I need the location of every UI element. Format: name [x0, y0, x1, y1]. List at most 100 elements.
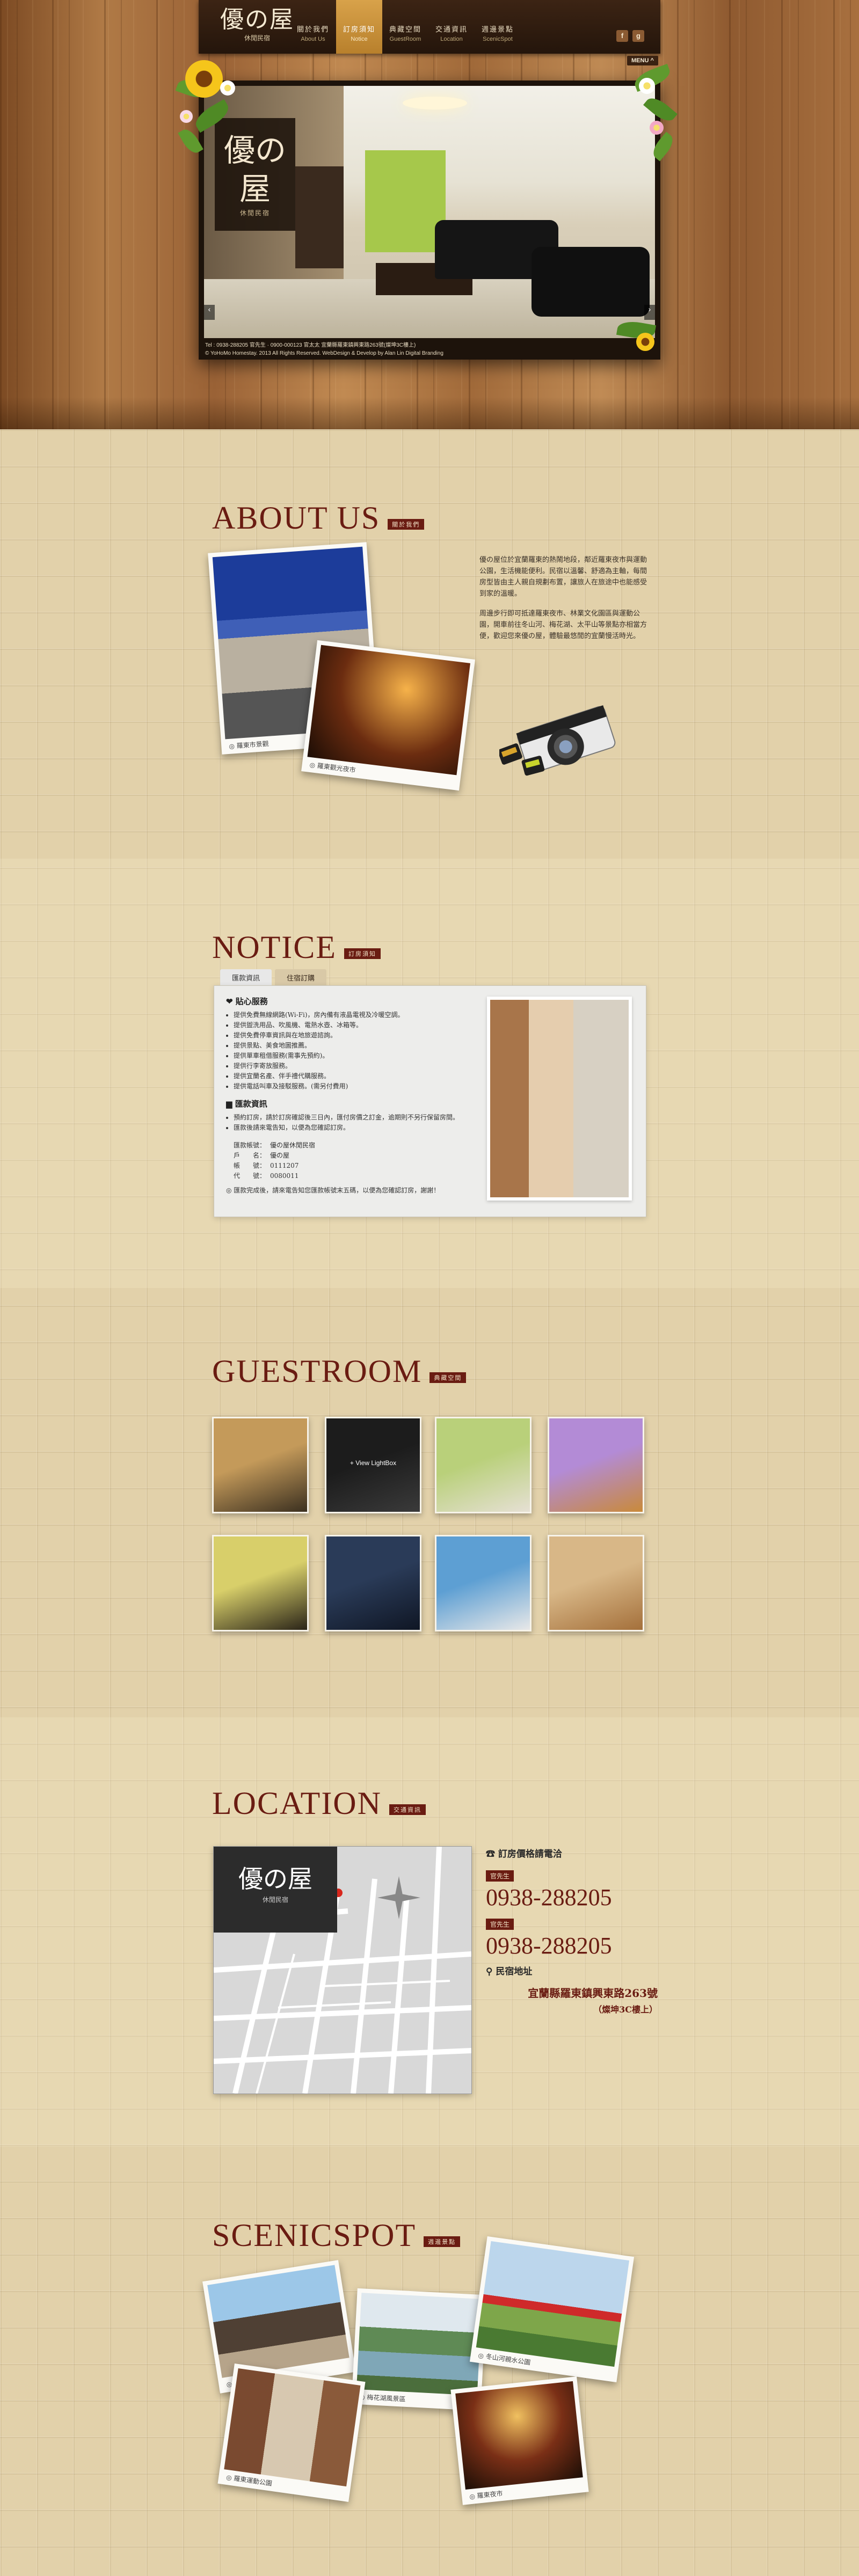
- nav-item-about[interactable]: 關於我們 About Us: [290, 0, 336, 54]
- google-plus-icon[interactable]: g: [632, 30, 644, 42]
- section-title: LOCATION: [212, 1785, 382, 1821]
- nav-label-zh: 訂房須知: [343, 26, 375, 34]
- phone-number[interactable]: 0938-288205: [486, 1932, 658, 1959]
- bank-row: 匯款帳號： 優の屋休閒民宿: [234, 1141, 316, 1149]
- section-tag: 交通資訊: [389, 1804, 426, 1815]
- photo-caption: ◎ 羅東夜市: [469, 2489, 504, 2501]
- phone-heading: ☎ 訂房價格請電洽: [486, 1849, 562, 1860]
- hero-slideshow: 優の屋 休閒民宿 ‹ › Tel : 0938-288205 官先生 · 090…: [199, 80, 660, 360]
- social-links: f g: [616, 30, 644, 42]
- notice-content: ❤ 貼心服務 提供免費無線網路(Wi-Fi)，房內備有液晶電視及冷暖空調。 提供…: [226, 997, 468, 1196]
- service-list: 提供免費無線網路(Wi-Fi)，房內備有液晶電視及冷暖空調。 提供盥洗用品、吹風…: [226, 1010, 468, 1092]
- nav-label-en: Notice: [351, 36, 368, 42]
- tab-booking[interactable]: 住宿訂購: [275, 969, 327, 986]
- notice-heading: NOTICE 訂房須知: [212, 931, 381, 963]
- photo-caption: ◎ 梅花湖風景區: [359, 2393, 406, 2403]
- map-logo: 優の屋 休閒民宿: [214, 1847, 337, 1933]
- address-heading: ⚲ 民宿地址: [486, 1966, 533, 1977]
- hero-photo: 優の屋 休閒民宿: [204, 86, 655, 338]
- photo-caption: ◎ 羅東觀光夜市: [309, 760, 356, 774]
- list-item: 提供宜蘭名產、伴手禮代購服務。: [234, 1071, 468, 1081]
- contact-line: Tel : 0938-288205 官先生 · 0900-000123 官太太 …: [205, 342, 416, 348]
- section-tag: 週邊景點: [424, 2236, 461, 2247]
- map-logo-subtext: 休閒民宿: [262, 1896, 288, 1904]
- nav-item-guestroom[interactable]: 典藏空間 GuestRoom: [382, 0, 428, 54]
- photo-caption: ◎ 羅東市景觀: [228, 740, 270, 750]
- nav-item-notice[interactable]: 訂房須知 Notice: [336, 0, 382, 54]
- nav-label-en: Location: [440, 36, 463, 42]
- location-heading: LOCATION 交通資訊: [212, 1787, 426, 1819]
- nav-label-en: ScenicSpot: [483, 36, 513, 42]
- guestroom-heading: GUESTROOM 典藏空間: [212, 1355, 467, 1387]
- scenic-photo[interactable]: ◎ 羅東運動公園: [217, 2363, 366, 2502]
- about-paragraph: 優の屋位於宜蘭羅東的熱鬧地段，鄰近羅東夜市與運動公園，生活機能便利。民宿以溫馨、…: [479, 556, 647, 598]
- nav-label-en: GuestRoom: [389, 36, 421, 42]
- about-paragraph: 周邊步行即可抵達羅東夜市、林業文化園區與運動公園，開車前往冬山河、梅花湖、太平山…: [479, 610, 647, 640]
- notice-tabs: 匯款資訊 住宿訂購: [220, 969, 327, 986]
- contact-name: 官先生: [486, 1919, 514, 1930]
- nav-label-zh: 交通資訊: [435, 26, 468, 34]
- bank-note: ◎ 匯款完成後，請來電告知您匯款帳號末五碼，以便為您確認訂房，謝謝！: [226, 1187, 440, 1194]
- bank-row: 戶 名： 優の屋: [234, 1152, 290, 1159]
- service-heading: ❤ 貼心服務: [226, 997, 268, 1006]
- slide-next-button[interactable]: ›: [644, 305, 655, 320]
- guestroom-thumbnail[interactable]: + View LightBox: [325, 1417, 421, 1513]
- facebook-icon[interactable]: f: [616, 30, 628, 42]
- slide-prev-button[interactable]: ‹: [204, 305, 215, 320]
- top-navigation: 優の屋 休閒民宿 關於我們 About Us 訂房須知 Notice 典藏空間 Gue…: [199, 0, 660, 54]
- guestroom-thumbnail[interactable]: [212, 1417, 309, 1513]
- stamp-subtext: 休閒民宿: [239, 209, 270, 217]
- guestroom-thumbnail[interactable]: [212, 1535, 309, 1631]
- guestroom-thumbnail[interactable]: [325, 1535, 421, 1631]
- about-text: 優の屋位於宜蘭羅東的熱鬧地段，鄰近羅東夜市與運動公園，生活機能便利。民宿以溫馨、…: [479, 554, 651, 650]
- address-note: （燦坤3C樓上）: [593, 2004, 658, 2015]
- guestroom-thumbnail[interactable]: [435, 1535, 532, 1631]
- bank-row: 帳 號： 0111207: [234, 1162, 299, 1169]
- nav-item-scenicspot[interactable]: 週邊景點 ScenicSpot: [475, 0, 521, 54]
- menu-toggle-button[interactable]: MENU ^: [627, 56, 658, 65]
- photo-night-market: ◎ 羅東觀光夜市: [301, 640, 475, 791]
- nav-label-zh: 關於我們: [296, 26, 329, 34]
- list-item: 提供景點、美食地圖推薦。: [234, 1041, 468, 1051]
- bank-heading: ▆ 匯款資訊: [226, 1099, 267, 1109]
- tab-bank-info[interactable]: 匯款資訊: [220, 969, 272, 986]
- brand-stamp: 優の屋 休閒民宿: [215, 118, 295, 231]
- list-item: 提供盥洗用品、吹風機、電熱水壺、冰箱等。: [234, 1020, 468, 1030]
- nav-label-zh: 週邊景點: [481, 26, 514, 34]
- stamp-text: 優の屋: [223, 132, 286, 207]
- nav-label-zh: 典藏空間: [389, 26, 421, 34]
- camera-illustration: [498, 698, 628, 784]
- phone-number[interactable]: 0938-288205: [486, 1884, 658, 1911]
- guestroom-thumbnail[interactable]: [548, 1417, 644, 1513]
- scenic-heading: SCENICSPOT 週邊景點: [212, 2218, 461, 2253]
- nav-item-location[interactable]: 交通資訊 Location: [428, 0, 475, 54]
- hero-section: 優の屋 休閒民宿 關於我們 About Us 訂房須知 Notice 典藏空間 Gue…: [0, 0, 859, 429]
- section-title: ABOUT US: [212, 500, 381, 536]
- section-title: SCENICSPOT: [212, 2218, 417, 2253]
- section-tag: 訂房須知: [344, 948, 381, 959]
- section-title: NOTICE: [212, 930, 337, 965]
- notice-panel: ❤ 貼心服務 提供免費無線網路(Wi-Fi)，房內備有液晶電視及冷暖空調。 提供…: [214, 985, 646, 1217]
- section-tag: 典藏空間: [430, 1372, 467, 1383]
- logo-subtext: 休閒民宿: [244, 34, 270, 42]
- location-map[interactable]: 優の屋 休閒民宿: [213, 1846, 472, 2094]
- bank-intro: 預約訂房，請於訂房確認後三日內，匯付房價之訂金，逾期則不另行保留房間。 匯款後請…: [226, 1113, 468, 1133]
- scenic-photo[interactable]: ◎ 冬山河親水公園: [469, 2236, 635, 2383]
- list-item: 預約訂房，請於訂房確認後三日內，匯付房價之訂金，逾期則不另行保留房間。: [234, 1113, 468, 1123]
- list-item: 提供免費停車資訊與在地旅遊諮詢。: [234, 1030, 468, 1041]
- notice-photo: [487, 997, 632, 1201]
- site-logo[interactable]: 優の屋 休閒民宿: [220, 6, 294, 42]
- hero-footer-info: Tel : 0938-288205 官先生 · 0900-000123 官太太 …: [205, 341, 443, 357]
- guestroom-thumbnail[interactable]: [548, 1535, 644, 1631]
- lightbox-label[interactable]: + View LightBox: [326, 1459, 420, 1467]
- copyright-line: © YoHoMo Homestay. 2013 All Rights Reser…: [205, 350, 443, 356]
- guestroom-thumbnail[interactable]: [435, 1417, 532, 1513]
- address-text: 宜蘭縣羅東鎮興東路263號: [528, 1987, 658, 2000]
- main-menu: 關於我們 About Us 訂房須知 Notice 典藏空間 GuestRoom 交通…: [290, 0, 521, 54]
- list-item: 提供電話叫車及接駁服務。(需另付費用): [234, 1081, 468, 1092]
- scenic-photo[interactable]: ◎ 羅東夜市: [450, 2376, 589, 2505]
- list-item: 匯款後請來電告知，以便為您確認訂房。: [234, 1123, 468, 1133]
- contact-name: 官先生: [486, 1870, 514, 1882]
- list-item: 提供行李寄放服務。: [234, 1061, 468, 1071]
- contact-info: ☎ 訂房價格請電洽 官先生 0938-288205 官先生 0938-28820…: [486, 1846, 658, 2015]
